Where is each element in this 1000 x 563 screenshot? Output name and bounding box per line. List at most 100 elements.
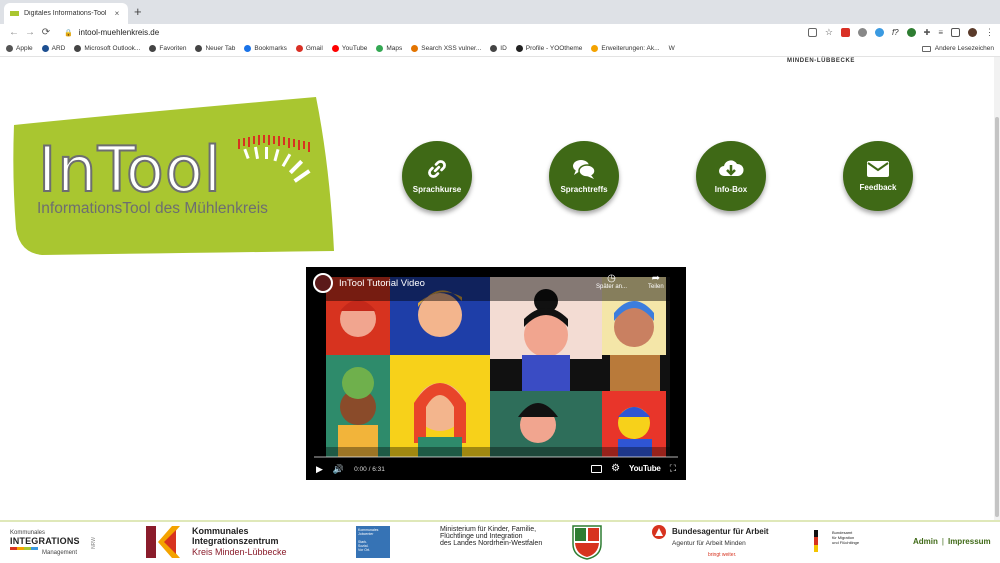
bookmark-item[interactable]: Favoriten [149, 45, 186, 52]
browser-toolbar: ← → ⟳ 🔒 intool-muehlenkreis.de ☆ f? ✚ ≡ … [0, 24, 1000, 41]
bookmark-label: Maps [386, 45, 403, 52]
subtitles-icon[interactable] [591, 464, 603, 473]
ki-line1: Kommunales [192, 526, 249, 536]
integrations-management-logo[interactable]: Kommunales INTEGRATIONS Management NRW [10, 530, 97, 558]
bookmark-label: YouTube [341, 45, 368, 52]
ministerium-nrw-logo[interactable]: Ministerium für Kinder, Familie, Flüchtl… [440, 526, 570, 558]
ki-line3: Kreis Minden-Lübbecke [192, 547, 287, 557]
sprachkurse-label: Sprachkurse [412, 185, 462, 194]
bookmark-item[interactable]: Search XSS vulner... [411, 45, 481, 52]
bookmark-item[interactable]: W [669, 45, 675, 52]
video-progress-bar[interactable] [314, 456, 678, 458]
bookmark-item[interactable]: Microsoft Outlook... [74, 45, 140, 52]
sprachtreffs-label: Sprachtreffs [560, 185, 608, 194]
sprachkurse-button[interactable]: Sprachkurse [402, 141, 472, 211]
ba-logo-icon [652, 525, 666, 539]
bookmark-favicon-icon [244, 45, 252, 52]
channel-avatar[interactable] [313, 273, 333, 293]
info-box-button[interactable]: Info-Box [696, 141, 766, 211]
watch-later-label: Später an... [596, 284, 628, 290]
im-bottom: Management [42, 550, 78, 556]
bookmark-label: ID [500, 45, 507, 52]
admin-link[interactable]: Admin [913, 537, 938, 546]
bookmark-item[interactable]: Gmail [295, 45, 323, 52]
video-controls: ▶ 🔊 0:00 / 6:31 ⚙ YouTube ⛶ [306, 462, 686, 476]
puzzle-icon[interactable]: ✚ [924, 28, 931, 37]
bookmark-item[interactable]: Erweiterungen: Ak... [591, 45, 660, 52]
impressum-link[interactable]: Impressum [948, 537, 991, 546]
bookmark-favicon-icon [295, 45, 303, 52]
intool-logo[interactable]: InTool InformationsTool des Mühlenkreis [12, 97, 336, 255]
chat-icon [573, 160, 596, 179]
top-region-label: MINDEN-LÜBBECKE [787, 58, 855, 64]
ki-logo-icon [146, 526, 180, 558]
address-bar[interactable]: intool-muehlenkreis.de [79, 28, 160, 37]
logo-subtitle: InformationsTool des Mühlenkreis [37, 200, 268, 217]
kommunales-integrationszentrum-logo[interactable]: Kommunales Integrationszentrum Kreis Min… [146, 526, 316, 560]
bookmark-item[interactable]: Maps [376, 45, 402, 52]
new-tab-button[interactable]: + [134, 4, 142, 20]
share-icon[interactable] [807, 28, 817, 37]
im-colorbar [10, 547, 38, 550]
feedback-label: Feedback [859, 183, 897, 192]
bookmark-label: Microsoft Outlook... [84, 45, 141, 52]
youtube-logo[interactable]: YouTube [629, 464, 661, 473]
bundesagentur-logo[interactable]: Bundesagentur für Arbeit Agentur für Arb… [652, 525, 772, 559]
forward-arrow-icon[interactable]: → [22, 27, 38, 38]
scrollbar-thumb[interactable] [995, 117, 999, 517]
bookmarks-bar: Apple ARD Microsoft Outlook... Favoriten Neu… [0, 41, 1000, 57]
menu-icon[interactable]: ⋮ [985, 27, 994, 38]
scrollbar[interactable] [994, 57, 1000, 527]
video-title[interactable]: InTool Tutorial Video [339, 278, 425, 289]
reading-list-icon[interactable]: ≡ [938, 28, 943, 37]
settings-gear-icon[interactable]: ⚙ [611, 463, 620, 474]
bookmark-label: ARD [51, 45, 66, 52]
tab-close-icon[interactable]: × [112, 9, 122, 18]
formula-extension-icon[interactable]: f? [892, 28, 899, 37]
back-arrow-icon[interactable]: ← [6, 27, 22, 38]
bookmark-label: W [668, 45, 675, 52]
other-bookmarks-folder[interactable]: Andere Lesezeichen [921, 45, 994, 52]
bookmark-item[interactable]: YouTube [331, 45, 368, 52]
star-icon[interactable]: ☆ [825, 27, 833, 38]
lock-icon[interactable]: 🔒 [64, 29, 73, 37]
bookmark-label: Erweiterungen: Ak... [601, 45, 660, 52]
bookmark-item[interactable]: ARD [41, 45, 66, 52]
profile-avatar[interactable] [968, 28, 977, 37]
bookmark-item[interactable]: Apple [6, 45, 33, 52]
feedback-button[interactable]: Feedback [843, 141, 913, 211]
video-thumbnail [306, 267, 686, 480]
im-main: INTEGRATIONS [10, 536, 80, 546]
play-icon[interactable]: ▶ [316, 464, 323, 475]
fullscreen-icon[interactable]: ⛶ [670, 463, 676, 474]
share-button[interactable]: ➦ Teilen [648, 273, 664, 290]
watch-later-button[interactable]: ◷ Später an... [596, 273, 627, 290]
extension-icon[interactable] [857, 28, 867, 37]
mkffi-line1: Ministerium für Kinder, Familie, [440, 526, 537, 533]
german-flag-icon [814, 530, 818, 552]
youtube-video-player[interactable]: InTool Tutorial Video ◷ Später an... ➦ T… [306, 267, 686, 480]
pdf-extension-icon[interactable] [840, 28, 850, 37]
other-bookmarks-label: Andere Lesezeichen [934, 45, 994, 52]
im-side: NRW [90, 537, 97, 549]
nrw-coat-of-arms-icon [572, 525, 602, 560]
tree-extension-icon[interactable] [906, 28, 916, 37]
ba-line1: Bundesagentur für Arbeit [672, 527, 769, 536]
reload-icon[interactable]: ⟳ [38, 27, 54, 38]
browser-tab[interactable]: Digitales Informations-Tool × [4, 3, 128, 24]
bookmark-item[interactable]: Bookmarks [244, 45, 287, 52]
jobcenter-logo[interactable]: Kommunales Jobcenter Stark. Sozial. Vor … [356, 526, 390, 558]
cloud-extension-icon[interactable] [874, 28, 884, 37]
bookmark-item[interactable]: Profile - YOOtheme [515, 45, 582, 52]
bookmark-item[interactable]: Neuer Tab [195, 45, 235, 52]
bookmark-favicon-icon [74, 45, 82, 52]
sidebar-icon[interactable] [951, 28, 960, 37]
footer: Kommunales INTEGRATIONS Management NRW K… [0, 522, 1000, 563]
bamf-logo[interactable]: Bundesamt für Migration und Flüchtlinge [814, 528, 874, 558]
volume-icon[interactable]: 🔊 [333, 464, 344, 475]
sprachtreffs-button[interactable]: Sprachtreffs [549, 141, 619, 211]
bookmark-label: Apple [16, 45, 33, 52]
bookmark-label: Bookmarks [254, 45, 287, 52]
bookmark-item[interactable]: ID [490, 45, 507, 52]
bookmark-favicon-icon [195, 45, 203, 52]
